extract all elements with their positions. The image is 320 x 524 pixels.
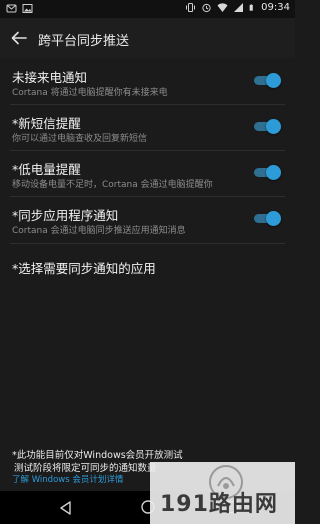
image-icon xyxy=(22,4,33,13)
wifi-icon xyxy=(217,3,228,12)
setting-choose-apps[interactable]: *选择需要同步通知的应用 xyxy=(0,244,295,290)
membership-details-link[interactable]: 了解 Windows 会员计划详情 xyxy=(12,473,123,485)
page-title: 跨平台同步推送 xyxy=(38,34,130,49)
setting-title: *同步应用程序通知 xyxy=(12,208,119,223)
back-arrow-icon[interactable] xyxy=(10,29,28,47)
setting-subtitle: 移动设备电量不足时，Cortana 会通过电脑提醒你 xyxy=(12,180,213,190)
battery-icon xyxy=(249,4,253,11)
setting-title: 未接来电通知 xyxy=(12,70,88,85)
app-notifications-toggle[interactable] xyxy=(252,211,281,226)
setting-subtitle: Cortana 会通过电脑同步推送应用通知消息 xyxy=(12,226,186,236)
status-time: 09:34 xyxy=(261,2,290,13)
alarm-icon xyxy=(202,3,211,13)
new-sms-toggle[interactable] xyxy=(252,119,281,134)
setting-missed-call[interactable]: 未接来电通知 Cortana 将通过电脑提醒你有未接来电 xyxy=(0,58,295,104)
setting-new-sms[interactable]: *新短信提醒 你可以通过电脑查收及回复新短信 xyxy=(0,105,295,150)
app-bar: 跨平台同步推送 xyxy=(0,18,295,58)
message-icon xyxy=(6,4,17,13)
setting-low-battery[interactable]: *低电量提醒 移动设备电量不足时，Cortana 会通过电脑提醒你 xyxy=(0,151,295,196)
setting-title: *低电量提醒 xyxy=(12,162,81,177)
vibrate-icon xyxy=(186,3,196,12)
low-battery-toggle[interactable] xyxy=(252,165,281,180)
setting-title: *选择需要同步通知的应用 xyxy=(12,261,156,276)
setting-app-notifications[interactable]: *同步应用程序通知 Cortana 会通过电脑同步推送应用通知消息 xyxy=(0,197,295,243)
signal-icon xyxy=(234,3,244,12)
nav-back-icon[interactable] xyxy=(58,500,74,516)
setting-subtitle: Cortana 将通过电脑提醒你有未接来电 xyxy=(12,88,168,98)
footer-note-line1: *此功能目前仅对Windows会员开放测试 xyxy=(12,450,183,461)
watermark: 191路由网 xyxy=(150,462,295,524)
watermark-text: 191路由网 xyxy=(160,492,278,517)
missed-call-toggle[interactable] xyxy=(252,73,281,88)
status-bar: 09:34 xyxy=(0,0,295,18)
footer-note-line2: 测试阶段将限定可同步的通知数量 xyxy=(14,463,157,474)
setting-title: *新短信提醒 xyxy=(12,116,81,131)
setting-subtitle: 你可以通过电脑查收及回复新短信 xyxy=(12,134,148,144)
